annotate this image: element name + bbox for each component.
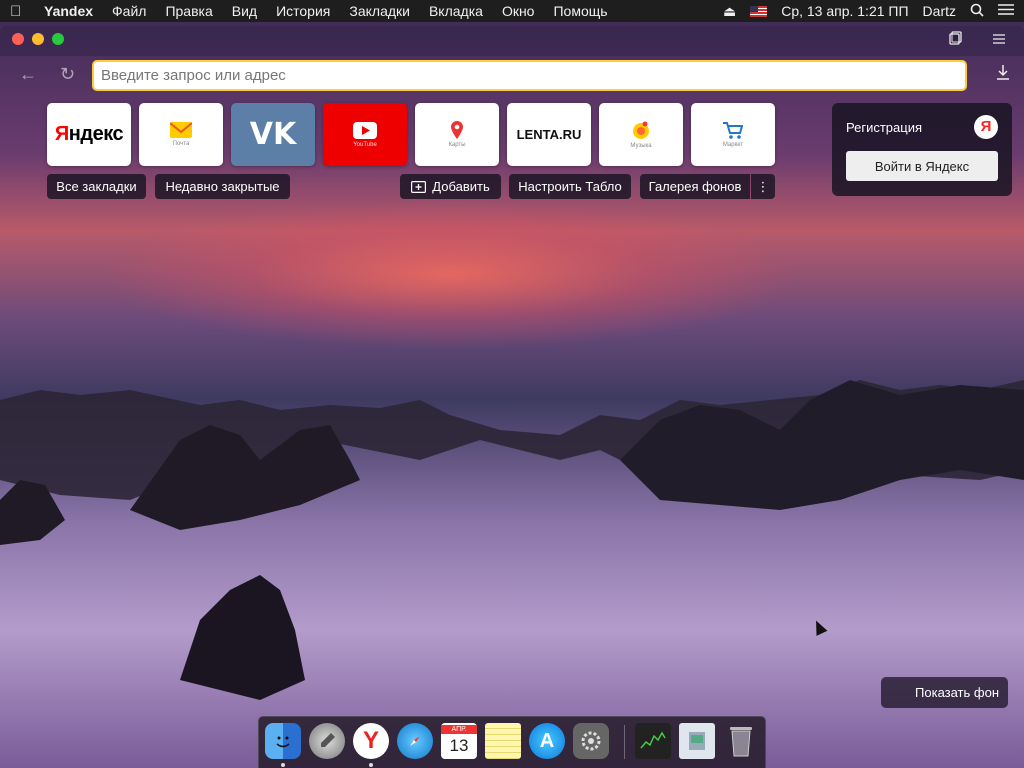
macos-dock: Y АПР. 13 A [258,716,766,768]
menu-window[interactable]: Окно [502,3,535,19]
add-tile-button[interactable]: Добавить [400,174,501,199]
recently-closed-button[interactable]: Недавно закрытые [155,174,290,199]
yandex-running-indicator [369,763,373,767]
finder-icon[interactable] [265,723,301,759]
tile-mail[interactable]: Почта [139,103,223,166]
menubar-clock[interactable]: Ср, 13 апр. 1:21 ПП [781,3,908,19]
tile-label: Карты [448,142,466,148]
tile-label: YouTube [353,141,377,148]
register-link[interactable]: Регистрация [846,120,922,135]
finder-running-indicator [281,763,285,767]
input-source-flag-icon[interactable] [750,5,768,17]
launchpad-icon[interactable] [309,723,345,759]
browser-window: ← ↻ Яндекс Почта VK YouTube Карты LENTA.… [0,26,1024,716]
notification-center-icon[interactable] [998,3,1014,19]
window-close-button[interactable] [12,33,24,45]
app-store-icon[interactable]: A [529,723,565,759]
map-pin-icon [451,121,463,139]
back-arrow-icon[interactable]: ← [19,64,37,85]
yandex-login-card: Регистрация Я Войти в Яндекс [832,103,1012,196]
menu-history[interactable]: История [276,3,330,19]
menu-view[interactable]: Вид [232,3,257,19]
tile-label: Маркет [722,141,744,148]
window-zoom-button[interactable] [52,33,64,45]
spotlight-search-icon[interactable] [970,3,984,20]
preview-icon[interactable] [679,723,715,759]
menubar-user[interactable]: Dartz [923,3,956,19]
yandex-logo-icon: Яндекс [54,123,124,145]
tile-maps[interactable]: Карты [415,103,499,166]
background-gallery-button[interactable]: Галерея фонов [640,174,750,199]
browser-menu-icon[interactable] [993,31,1005,47]
macos-menubar:  Yandex Файл Правка Вид История Закладк… [0,0,1024,22]
more-options-icon[interactable]: ⋮ [751,174,775,199]
reload-icon[interactable]: ↻ [60,64,75,85]
trash-icon[interactable] [723,723,759,759]
tile-vk[interactable]: VK [231,103,315,166]
show-background-button[interactable]: Показать фон [881,677,1008,708]
vk-logo-icon: VK [249,117,297,152]
menubar-status-area: ⏏ Ср, 13 апр. 1:21 ПП Dartz [723,3,1014,20]
safari-compass-icon[interactable] [397,723,433,759]
yandex-badge-icon: Я [974,115,998,139]
download-icon[interactable] [996,64,1010,85]
tile-music[interactable]: Музыка [599,103,683,166]
window-titlebar [0,26,1024,56]
menu-help[interactable]: Помощь [553,3,607,19]
eject-icon[interactable]: ⏏ [723,3,736,20]
tile-youtube[interactable]: YouTube [323,103,407,166]
browser-toolbar: ← ↻ [0,56,1024,96]
menu-tab[interactable]: Вкладка [429,3,483,19]
menu-edit[interactable]: Правка [165,3,212,19]
music-icon [633,121,649,139]
login-yandex-button[interactable]: Войти в Яндекс [846,151,998,181]
youtube-play-icon [353,121,377,139]
calendar-day: 13 [449,735,469,755]
tile-market[interactable]: Маркет [691,103,775,166]
tile-lenta-label: LENTA.RU [516,127,582,142]
calendar-month: АПР. [441,724,477,734]
tile-label: Музыка [630,143,652,149]
calendar-icon[interactable]: АПР. 13 [441,723,477,759]
apple-icon[interactable]:  [10,3,30,20]
address-bar-input[interactable] [92,60,967,91]
menu-app-yandex[interactable]: Yandex [44,3,93,19]
window-minimize-button[interactable] [32,33,44,45]
tile-label: Почта [172,141,190,147]
system-preferences-gear-icon[interactable] [573,723,609,759]
activity-monitor-icon[interactable] [635,723,671,759]
tile-yandex[interactable]: Яндекс [47,103,131,166]
shopping-cart-icon [723,121,743,139]
add-plus-icon [411,180,427,193]
dock-separator [624,725,625,759]
menu-bookmarks[interactable]: Закладки [349,3,410,19]
notes-icon[interactable] [485,723,521,759]
customize-tablo-button[interactable]: Настроить Табло [509,174,631,199]
all-bookmarks-button[interactable]: Все закладки [47,174,146,199]
tabs-overview-icon[interactable] [949,31,963,48]
mail-envelope-icon [170,122,192,138]
yandex-browser-icon[interactable]: Y [353,723,389,759]
add-tile-label: Добавить [432,179,490,194]
menu-file[interactable]: Файл [112,3,146,19]
tile-lenta[interactable]: LENTA.RU [507,103,591,166]
